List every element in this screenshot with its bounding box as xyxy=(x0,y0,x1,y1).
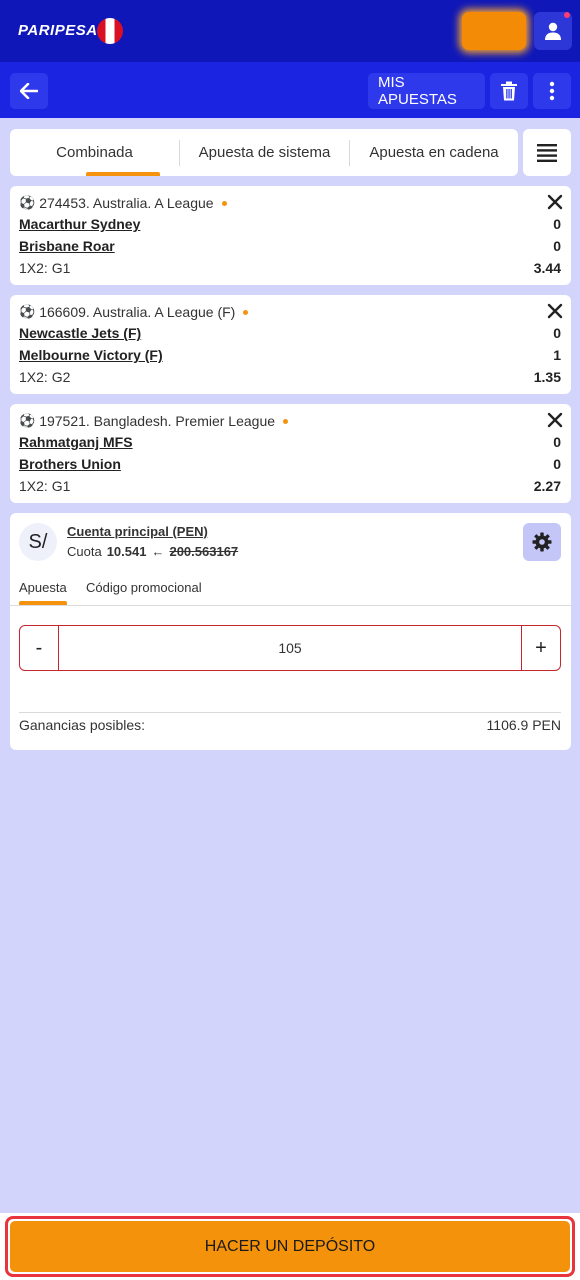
quota-row: Cuota 10.541 ← 200.563167 xyxy=(67,544,238,559)
soccer-ball-icon: ⚽ xyxy=(19,413,36,428)
quota-label: Cuota xyxy=(67,544,102,559)
away-team[interactable]: Brisbane Roar xyxy=(19,238,115,254)
odd-value: 2.27 xyxy=(533,478,561,494)
quota-old-value: 200.563167 xyxy=(169,544,239,559)
close-icon[interactable] xyxy=(547,194,563,210)
account-link[interactable]: Cuenta principal (PEN) xyxy=(67,524,208,539)
tab-promo-code[interactable]: Código promocional xyxy=(86,580,202,595)
home-score: 0 xyxy=(553,434,561,450)
arrow-left-icon xyxy=(20,83,38,99)
away-score: 1 xyxy=(553,347,561,363)
live-dot xyxy=(221,200,227,206)
divider xyxy=(10,605,571,606)
home-team[interactable]: Macarthur Sydney xyxy=(19,216,140,232)
market-label: 1X2: G1 xyxy=(19,478,71,494)
close-icon[interactable] xyxy=(547,303,563,319)
betslip-toolbar: MIS APUESTAS xyxy=(0,62,580,118)
live-dot xyxy=(283,418,289,424)
divider xyxy=(19,712,561,713)
my-bets-button[interactable]: MIS APUESTAS xyxy=(368,73,485,109)
more-options-button[interactable] xyxy=(533,73,571,109)
home-team[interactable]: Newcastle Jets (F) xyxy=(19,325,141,341)
decrease-button[interactable]: - xyxy=(20,626,59,670)
bet-type-tabs: Combinada Apuesta de sistema Apuesta en … xyxy=(10,129,518,176)
arrow-left-icon: ← xyxy=(151,544,165,559)
quota-new-value: 10.541 xyxy=(106,544,147,559)
stake-input[interactable]: 105 xyxy=(60,626,520,670)
away-score: 0 xyxy=(553,456,561,472)
currency-icon: S/ xyxy=(19,523,57,561)
increase-button[interactable]: + xyxy=(521,626,560,670)
bet-header: ⚽ 197521. Bangladesh. Premier League xyxy=(19,413,289,429)
home-score: 0 xyxy=(553,216,561,232)
close-icon[interactable] xyxy=(547,412,563,428)
away-team[interactable]: Brothers Union xyxy=(19,456,121,472)
bet-card: ⚽ 274453. Australia. A League Macarthur … xyxy=(10,186,571,285)
balance-button[interactable] xyxy=(462,12,526,50)
stake-stepper: - 105 + xyxy=(19,625,561,671)
active-tab-indicator xyxy=(86,172,160,176)
potential-winnings-value: 1106.9 PEN xyxy=(486,717,561,733)
bet-slip-panel: S/ Cuenta principal (PEN) Cuota 10.541 ←… xyxy=(10,513,571,750)
market-label: 1X2: G1 xyxy=(19,260,71,276)
tab-stake[interactable]: Apuesta xyxy=(19,580,67,595)
tab-cadena[interactable]: Apuesta en cadena xyxy=(350,129,518,176)
home-score: 0 xyxy=(553,325,561,341)
soccer-ball-icon: ⚽ xyxy=(19,195,36,210)
potential-winnings-label: Ganancias posibles: xyxy=(19,717,146,733)
list-menu-button[interactable] xyxy=(523,129,571,176)
home-team[interactable]: Rahmatganj MFS xyxy=(19,434,133,450)
live-dot xyxy=(243,309,249,315)
bet-card: ⚽ 197521. Bangladesh. Premier League Rah… xyxy=(10,404,571,503)
bet-header: ⚽ 274453. Australia. A League xyxy=(19,195,227,211)
market-label: 1X2: G2 xyxy=(19,369,71,385)
away-score: 0 xyxy=(553,238,561,254)
away-team[interactable]: Melbourne Victory (F) xyxy=(19,347,163,363)
odd-value: 3.44 xyxy=(533,260,561,276)
peru-flag-icon[interactable] xyxy=(97,18,123,44)
notification-dot xyxy=(564,12,570,18)
kebab-menu-icon xyxy=(549,81,555,101)
gear-icon xyxy=(532,532,552,552)
delete-button[interactable] xyxy=(490,73,528,109)
bet-header: ⚽ 166609. Australia. A League (F) xyxy=(19,304,249,320)
bet-card: ⚽ 166609. Australia. A League (F) Newcas… xyxy=(10,295,571,394)
deposit-button[interactable]: HACER UN DEPÓSITO xyxy=(10,1221,570,1272)
settings-button[interactable] xyxy=(523,523,561,561)
event-title: 274453. Australia. A League xyxy=(39,195,214,211)
event-title: 197521. Bangladesh. Premier League xyxy=(39,413,276,429)
tab-combinada[interactable]: Combinada xyxy=(10,129,179,176)
paripesa-logo[interactable]: PARIPESA xyxy=(18,22,98,39)
odd-value: 1.35 xyxy=(533,369,561,385)
soccer-ball-icon: ⚽ xyxy=(19,304,36,319)
back-button[interactable] xyxy=(10,73,48,109)
hamburger-icon xyxy=(537,143,557,162)
top-bar: PARIPESA xyxy=(0,0,580,62)
tab-sistema[interactable]: Apuesta de sistema xyxy=(180,129,349,176)
trash-icon xyxy=(501,81,517,101)
user-icon xyxy=(545,22,561,40)
event-title: 166609. Australia. A League (F) xyxy=(39,304,236,320)
